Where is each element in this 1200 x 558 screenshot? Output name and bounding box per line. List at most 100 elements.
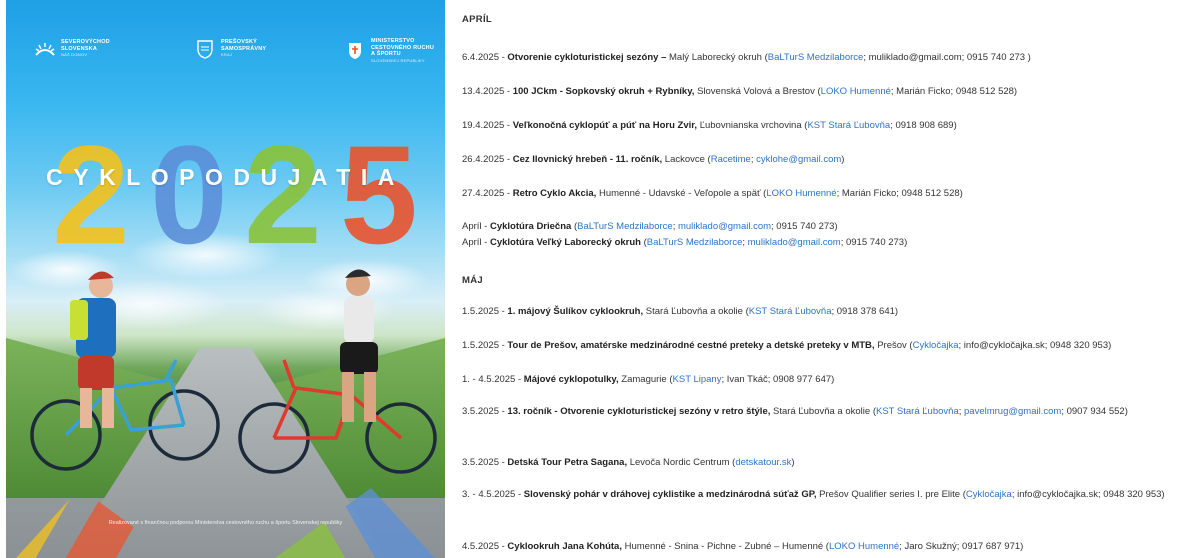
poster-logos: SEVEROVÝCHOD SLOVENSKA NÁŠ DOMOV PREŠOVS… — [6, 38, 445, 78]
email-link[interactable]: pavelmrug@gmail.com — [964, 406, 1061, 417]
organizer-link[interactable]: BaLTurS Medzilaborce — [647, 237, 743, 248]
organizer-link[interactable]: BaLTurS Medzilaborce — [768, 52, 864, 63]
event-date: 27.4.2025 - — [462, 188, 513, 199]
logo1-line3: NÁŠ DOMOV — [61, 52, 88, 58]
organizer-link[interactable]: KST Stará Ľubovňa — [749, 306, 832, 317]
organizer-link[interactable]: BaLTurS Medzilaborce — [577, 221, 673, 232]
email-link[interactable]: cyklohe@gmail.com — [756, 154, 841, 165]
logo3-line4: SLOVENSKEJ REPUBLIKY — [371, 57, 425, 63]
poster-year: 2 0 2 5 — [6, 116, 445, 273]
event-date: 1.5.2025 - — [462, 306, 508, 317]
event-date: 3.5.2025 - — [462, 406, 508, 417]
event-detail: Levoča Nordic Centrum ( — [629, 457, 736, 468]
event-date: 4.5.2025 - — [462, 541, 508, 552]
cyclists-illustration — [30, 269, 437, 474]
event-contact: ; 0915 740 273) — [771, 221, 838, 232]
event-contact: ; 0915 740 273) — [840, 237, 908, 248]
event-item: 26.4.2025 - Cez Ilovnický hrebeň - 11. r… — [462, 152, 1194, 167]
organizer-link[interactable]: KST Lipany — [673, 374, 722, 385]
year-digit-3: 2 — [244, 116, 322, 273]
event-date: 26.4.2025 - — [462, 154, 513, 165]
organizer-link[interactable]: LOKO Humenné — [766, 188, 836, 199]
event-title: Cyklotúra Veľký Laborecký okruh — [489, 237, 644, 248]
event-contact: ; 0918 378 641) — [831, 306, 899, 317]
logo2-line3: KRAJ — [221, 52, 233, 58]
event-title: Májové cyklopotulky, — [523, 374, 622, 385]
event-date: 19.4.2025 - — [462, 120, 513, 131]
coat-of-arms-icon — [194, 38, 216, 60]
event-contact: ; Ivan Tkáč; 0908 977 647) — [721, 374, 835, 385]
event-contact: ) — [841, 154, 845, 165]
event-title: 100 JCkm - Sopkovský okruh + Rybníky, — [512, 86, 698, 97]
event-detail: Humenné - Udavské - Veľopole a späť ( — [598, 188, 767, 199]
event-contact: ; info@cykločajka.sk; 0948 320 953) — [1011, 489, 1165, 500]
event-item: 1.5.2025 - 1. májový Šulíkov cyklookruh,… — [462, 304, 1194, 319]
event-item: 6.4.2025 - Otvorenie cykloturistickej se… — [462, 50, 1194, 65]
event-item: Apríl - Cyklotúra Driečna (BaLTurS Medzi… — [462, 219, 1194, 234]
poster-title: CYKLOPODUJATIA — [46, 164, 405, 190]
event-title: Cez Ilovnický hrebeň - 11. ročník, — [512, 154, 665, 165]
event-list: APRÍL 6.4.2025 - Otvorenie cykloturistic… — [462, 0, 1196, 558]
state-emblem-icon — [344, 40, 366, 62]
logo3-line2: CESTOVNÉHO RUCHU — [371, 44, 434, 51]
event-title: Cyklookruh Jana Kohúta, — [507, 541, 625, 552]
logo1-line1: SEVEROVÝCHOD — [61, 39, 110, 46]
event-poster: SEVEROVÝCHOD SLOVENSKA NÁŠ DOMOV PREŠOVS… — [6, 0, 445, 558]
event-item: 3.5.2025 - 13. ročník - Otvorenie cyklot… — [462, 404, 1194, 419]
event-item: 1. - 4.5.2025 - Májové cyklopotulky, Zam… — [462, 372, 1194, 387]
event-date: 13.4.2025 - — [462, 86, 513, 97]
organizer-link[interactable]: LOKO Humenné — [821, 86, 891, 97]
event-title: Cyklotúra Driečna — [489, 221, 574, 232]
event-contact: ; muliklado@gmail.com; 0915 740 273 ) — [863, 52, 1031, 63]
event-title: Retro Cyklo Akcia, — [512, 188, 599, 199]
organizer-link[interactable]: Racetime — [711, 154, 751, 165]
event-contact: ; info@cykločajka.sk; 0948 320 953) — [958, 340, 1112, 351]
event-date: 3.5.2025 - — [462, 457, 508, 468]
event-item: 13.4.2025 - 100 JCkm - Sopkovský okruh +… — [462, 84, 1194, 99]
logo3-line1: MINISTERSTVO — [371, 38, 415, 44]
event-detail: Prešov Qualifier series I. pre Elite ( — [819, 489, 966, 500]
event-title: Slovenský pohár v dráhovej cyklistike a … — [523, 489, 820, 500]
event-date: 1. - 4.5.2025 - — [462, 374, 524, 385]
organizer-link[interactable]: LOKO Humenné — [829, 541, 899, 552]
event-detail: Stará Ľubovňa a okolie ( — [773, 406, 876, 417]
event-item: Apríl - Cyklotúra Veľký Laborecký okruh … — [462, 235, 1194, 250]
organizer-link[interactable]: KST Stará Ľubovňa — [876, 406, 959, 417]
year-digit-1: 2 — [52, 116, 130, 273]
event-contact: ; Marián Ficko; 0948 512 528) — [890, 86, 1018, 97]
month-heading-april: APRÍL — [462, 14, 492, 25]
organizer-link[interactable]: Cykločajka — [966, 489, 1012, 500]
year-digit-2: 0 — [150, 116, 228, 273]
right-rider — [340, 269, 378, 422]
left-bicycle — [30, 359, 220, 471]
year-digit-4: 5 — [340, 116, 418, 273]
event-detail: Zamagurie ( — [621, 374, 673, 385]
event-detail: Ľubovnianska vrchovina ( — [699, 120, 808, 131]
organizer-link[interactable]: Cykločajka — [913, 340, 959, 351]
event-date: 6.4.2025 - — [462, 52, 508, 63]
event-item: 1.5.2025 - Tour de Prešov, amatérske med… — [462, 338, 1194, 353]
event-detail: Prešov ( — [877, 340, 913, 351]
event-contact: ; 0918 908 689) — [890, 120, 957, 131]
event-item: 3.5.2025 - Detská Tour Petra Sagana, Lev… — [462, 455, 1194, 470]
event-date: Apríl - — [462, 237, 490, 248]
event-title: Detská Tour Petra Sagana, — [507, 457, 630, 468]
event-title: 13. ročník - Otvorenie cykloturistickej … — [507, 406, 773, 417]
event-detail: Slovenská Volová a Brestov ( — [697, 86, 821, 97]
event-contact: ; 0907 934 552) — [1061, 406, 1128, 417]
sunrise-icon — [34, 38, 56, 60]
logo1-line2: SLOVENSKA — [61, 45, 98, 52]
month-heading-may: MÁJ — [462, 275, 483, 286]
event-contact: ; Jaro Skužný; 0917 687 971) — [899, 541, 1024, 552]
email-link[interactable]: muliklado@gmail.com — [678, 221, 771, 232]
logo2-line2: SAMOSPRÁVNY — [221, 45, 267, 52]
event-item: 27.4.2025 - Retro Cyklo Akcia, Humenné -… — [462, 186, 1194, 201]
event-title: Otvorenie cykloturistickej sezóny – — [507, 52, 669, 63]
event-contact: ; Marián Ficko; 0948 512 528) — [836, 188, 963, 199]
email-link[interactable]: muliklado@gmail.com — [748, 237, 841, 248]
organizer-link[interactable]: detskatour.sk — [735, 457, 791, 468]
event-detail: Lackovce ( — [664, 154, 711, 165]
event-title: Tour de Prešov, amatérske medzinárodné c… — [507, 340, 878, 351]
organizer-link[interactable]: KST Stará Ľubovňa — [807, 120, 890, 131]
event-detail: Humenné - Snina - Pichne - Zubné – Humen… — [624, 541, 829, 552]
